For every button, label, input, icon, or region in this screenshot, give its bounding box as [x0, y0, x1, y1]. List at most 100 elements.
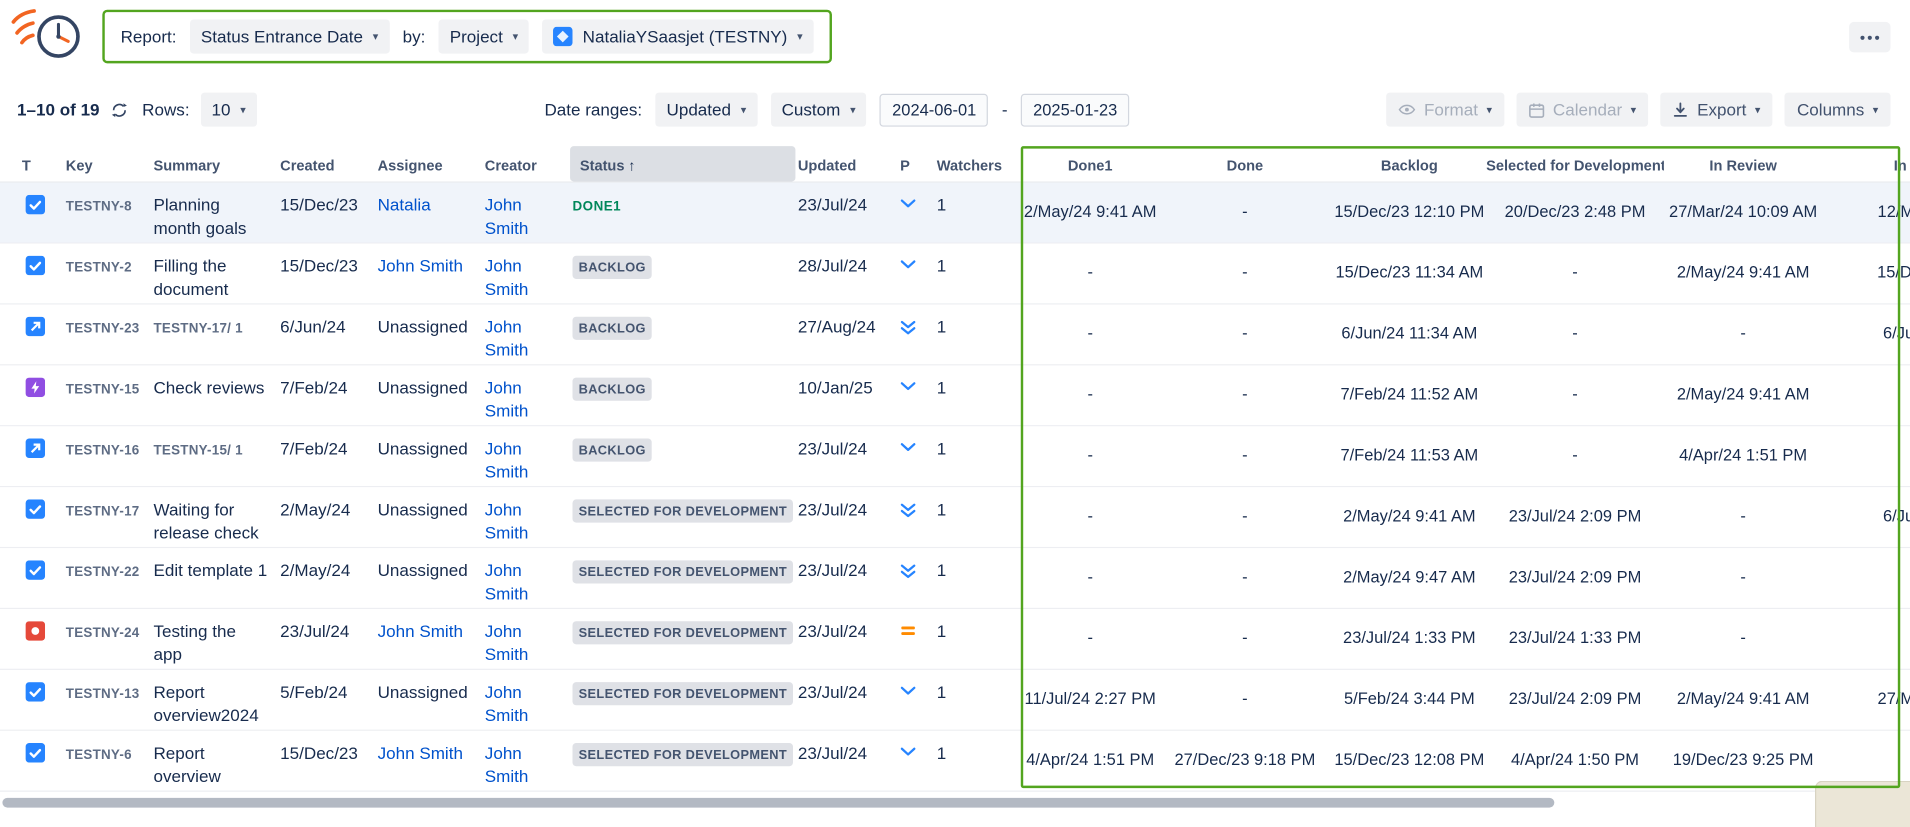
creator: John Smith: [482, 365, 570, 425]
issue-summary[interactable]: Report overview2024: [151, 670, 278, 730]
status-entrance-date: 2/May/24 9:41 AM: [1333, 487, 1486, 547]
column-header-in-pr[interactable]: In Pr: [1822, 146, 1910, 181]
report-type-select[interactable]: Status Entrance Date ▾: [190, 19, 389, 53]
creator-link[interactable]: John Smith: [485, 621, 529, 664]
assignee-link[interactable]: Natalia: [378, 195, 431, 214]
more-options-button[interactable]: [1849, 22, 1890, 52]
creator-link[interactable]: John Smith: [485, 256, 529, 299]
table-row[interactable]: TESTNY-22Edit template 12/May/24Unassign…: [0, 548, 1910, 609]
table-row[interactable]: TESTNY-8Planning month goals15/Dec/23Nat…: [0, 183, 1910, 244]
table-row[interactable]: TESTNY-6Report overview15/Dec/23John Smi…: [0, 731, 1910, 792]
assignee-link[interactable]: John Smith: [378, 621, 463, 640]
column-header-updated[interactable]: Updated: [795, 146, 897, 181]
columns-button[interactable]: Columns ▾: [1785, 93, 1891, 127]
issue-summary[interactable]: Filling the document: [151, 244, 278, 304]
issue-summary[interactable]: Edit template 1: [151, 548, 278, 608]
column-header-creator[interactable]: Creator: [482, 146, 570, 181]
column-header-assignee[interactable]: Assignee: [375, 146, 482, 181]
creator: John Smith: [482, 670, 570, 730]
project-select[interactable]: NataliaYSaasjet (TESTNY) ▾: [542, 19, 813, 53]
creator: John Smith: [482, 183, 570, 243]
column-header-done[interactable]: Done: [1157, 146, 1332, 181]
sort-ascending-icon: ↑: [628, 157, 635, 174]
status-entrance-date: -: [1664, 487, 1822, 547]
column-header-watchers[interactable]: Watchers: [934, 146, 1023, 181]
column-header-done1[interactable]: Done1: [1023, 146, 1157, 181]
status-entrance-date: -: [1023, 426, 1157, 486]
creator-link[interactable]: John Smith: [485, 195, 529, 238]
chevron-down-icon: ▾: [373, 31, 379, 42]
column-header-created[interactable]: Created: [278, 146, 375, 181]
export-button[interactable]: Export ▾: [1661, 93, 1773, 127]
column-header-status[interactable]: Status↑: [570, 146, 795, 181]
column-header-summary[interactable]: Summary: [151, 146, 278, 181]
status-entrance-date: -: [1157, 548, 1332, 608]
columns-label: Columns: [1797, 100, 1864, 119]
date-from-input[interactable]: 2024-06-01: [880, 93, 988, 126]
refresh-icon[interactable]: [111, 102, 128, 118]
issue-type-task-icon: [22, 560, 59, 579]
ellipsis-icon: [1860, 35, 1879, 40]
table-row[interactable]: TESTNY-24Testing the app23/Jul/24John Sm…: [0, 609, 1910, 670]
table-row[interactable]: TESTNY-17Waiting for release check 2/May/…: [0, 487, 1910, 548]
rows-per-page-select[interactable]: 10 ▾: [201, 93, 257, 127]
issue-type-task-icon: [22, 195, 59, 214]
horizontal-scrollbar[interactable]: [2, 798, 1554, 808]
assignee-link[interactable]: John Smith: [378, 743, 463, 762]
table-row[interactable]: TESTNY-2Filling the document15/Dec/23Joh…: [0, 244, 1910, 305]
group-by-value: Project: [450, 27, 503, 46]
status-entrance-date: [1822, 609, 1910, 669]
status-entrance-date: 6/Jun/2: [1822, 487, 1910, 547]
issue-summary[interactable]: Planning month goals: [151, 183, 278, 243]
creator: John Smith: [482, 305, 570, 365]
creator-link[interactable]: John Smith: [485, 682, 529, 725]
report-config-panel: Report: Status Entrance Date ▾ by: Proje…: [102, 10, 832, 64]
created-date: 5/Feb/24: [278, 670, 375, 730]
table-row[interactable]: TESTNY-16TESTNY-15/ 17/Feb/24UnassignedJ…: [0, 426, 1910, 487]
assignee-link[interactable]: John Smith: [378, 256, 463, 275]
status-entrance-date: 23/Jul/24 2:09 PM: [1486, 548, 1664, 608]
status-entrance-date: -: [1157, 365, 1332, 425]
issue-summary[interactable]: TESTNY-15/ 1: [151, 426, 278, 486]
table-row[interactable]: TESTNY-15Check reviews7/Feb/24Unassigned…: [0, 365, 1910, 426]
date-field-select[interactable]: Updated ▾: [656, 93, 758, 127]
status-entrance-date: 6/Jun/2: [1822, 305, 1910, 365]
group-by-select[interactable]: Project ▾: [439, 19, 529, 53]
column-header-key[interactable]: Key: [63, 146, 151, 181]
issue-summary[interactable]: Check reviews: [151, 365, 278, 425]
column-header-t[interactable]: T: [19, 146, 63, 181]
watchers-count: 1: [934, 487, 1023, 547]
priority-lowest-icon: [900, 564, 929, 579]
issue-type-task-icon: [22, 682, 59, 701]
creator-link[interactable]: John Smith: [485, 317, 529, 360]
issue-summary[interactable]: Report overview: [151, 731, 278, 791]
issue-summary[interactable]: Testing the app: [151, 609, 278, 669]
column-header-selected-for-development[interactable]: Selected for Development: [1486, 146, 1664, 181]
issue-key: TESTNY-17: [63, 487, 151, 547]
status-entrance-date: 15/Dec/23 12:08 PM: [1333, 731, 1486, 791]
issue-key: TESTNY-16: [63, 426, 151, 486]
creator-link[interactable]: John Smith: [485, 439, 529, 482]
project-value: NataliaYSaasjet (TESTNY): [583, 27, 788, 46]
export-label: Export: [1697, 100, 1746, 119]
creator-link[interactable]: John Smith: [485, 743, 529, 786]
table-row[interactable]: TESTNY-13Report overview20245/Feb/24Unas…: [0, 670, 1910, 731]
range-type-select[interactable]: Custom ▾: [771, 93, 867, 127]
issue-summary[interactable]: Waiting for release check: [151, 487, 278, 547]
creator-link[interactable]: John Smith: [485, 378, 529, 421]
table-row[interactable]: TESTNY-23TESTNY-17/ 16/Jun/24UnassignedJ…: [0, 305, 1910, 366]
issue-type-task-icon: [22, 743, 59, 762]
column-header-backlog[interactable]: Backlog: [1333, 146, 1486, 181]
issue-type-subtask-icon: [22, 317, 59, 336]
date-to-input[interactable]: 2025-01-23: [1021, 93, 1129, 126]
assignee: Unassigned: [375, 670, 482, 730]
jira-project-icon: [553, 27, 572, 46]
creator-link[interactable]: John Smith: [485, 560, 529, 603]
column-header-in-review[interactable]: In Review: [1664, 146, 1822, 181]
creator-link[interactable]: John Smith: [485, 499, 529, 542]
priority-low-icon: [900, 199, 929, 209]
issue-summary[interactable]: TESTNY-17/ 1: [151, 305, 278, 365]
column-header-p[interactable]: P: [898, 146, 935, 181]
status-badge: BACKLOG: [573, 378, 652, 401]
status-entrance-date: 2/May/24 9:47 AM: [1333, 548, 1486, 608]
